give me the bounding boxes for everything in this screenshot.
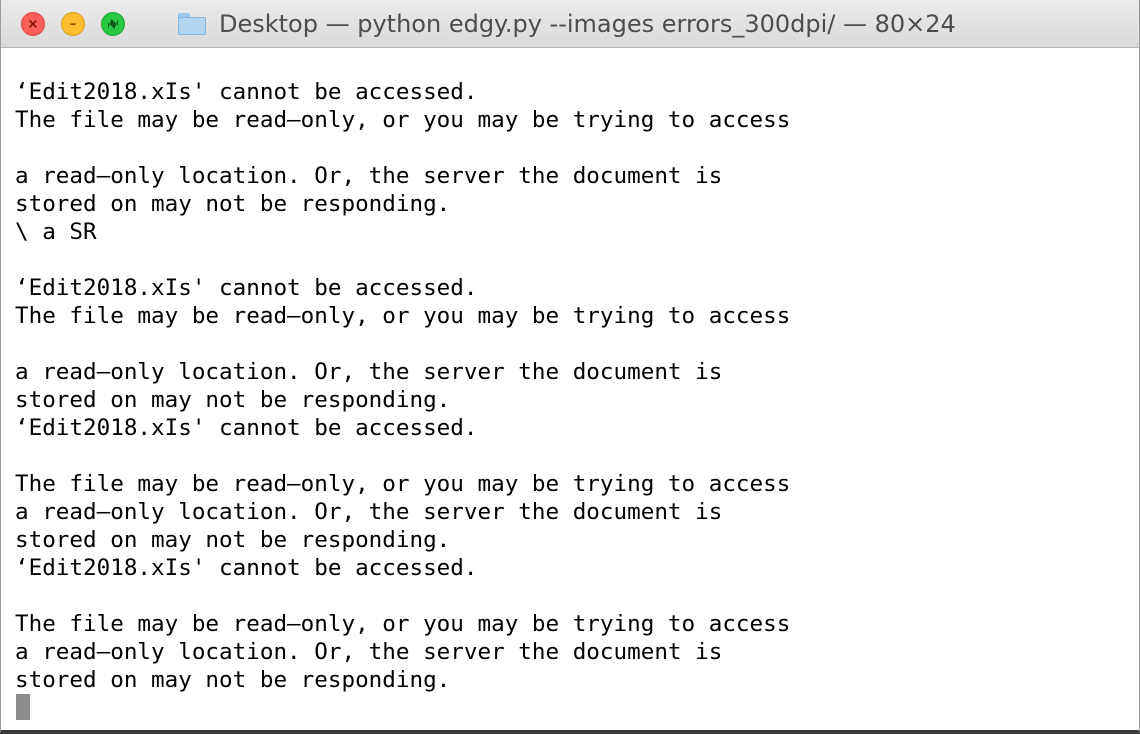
terminal-line: The file may be read–only, or you may be… xyxy=(15,611,791,637)
terminal-line: ‘Edit2018.xIs' cannot be accessed. xyxy=(15,555,478,581)
terminal-line: a read–only location. Or, the server the… xyxy=(15,359,723,385)
terminal-line: a read–only location. Or, the server the… xyxy=(15,639,723,665)
zoom-button[interactable] xyxy=(101,12,125,36)
terminal-line: stored on may not be responding. xyxy=(15,667,451,693)
close-icon: × xyxy=(27,16,39,32)
minimize-icon: – xyxy=(69,16,77,32)
folder-icon xyxy=(177,12,207,36)
terminal-line: The file may be read–only, or you may be… xyxy=(15,107,791,133)
fullscreen-icon xyxy=(108,19,118,29)
terminal-line: stored on may not be responding. xyxy=(15,191,451,217)
terminal-line: stored on may not be responding. xyxy=(15,527,451,553)
terminal-line: The file may be read–only, or you may be… xyxy=(15,471,791,497)
minimize-button[interactable]: – xyxy=(61,12,85,36)
window-title-text: Desktop — python edgy.py --images errors… xyxy=(219,10,956,38)
text-cursor xyxy=(16,694,30,720)
terminal-lines: ‘Edit2018.xIs' cannot be accessed. The fi… xyxy=(15,78,790,694)
terminal-window: × – Desktop — python edgy.py --images er… xyxy=(0,0,1140,734)
terminal-line: The file may be read–only, or you may be… xyxy=(15,303,791,329)
terminal-line: ‘Edit2018.xIs' cannot be accessed. xyxy=(15,415,478,441)
terminal-output[interactable]: ‘Edit2018.xIs' cannot be accessed. The fi… xyxy=(1,48,1139,730)
close-button[interactable]: × xyxy=(21,12,45,36)
window-title: Desktop — python edgy.py --images errors… xyxy=(177,9,956,39)
terminal-line: ‘Edit2018.xIs' cannot be accessed. xyxy=(15,79,478,105)
terminal-line: \ a SR xyxy=(15,219,97,245)
terminal-line: a read–only location. Or, the server the… xyxy=(15,499,723,525)
terminal-line: stored on may not be responding. xyxy=(15,387,451,413)
terminal-line: ‘Edit2018.xIs' cannot be accessed. xyxy=(15,275,478,301)
title-bar[interactable]: × – Desktop — python edgy.py --images er… xyxy=(1,0,1139,48)
terminal-line: a read–only location. Or, the server the… xyxy=(15,163,723,189)
